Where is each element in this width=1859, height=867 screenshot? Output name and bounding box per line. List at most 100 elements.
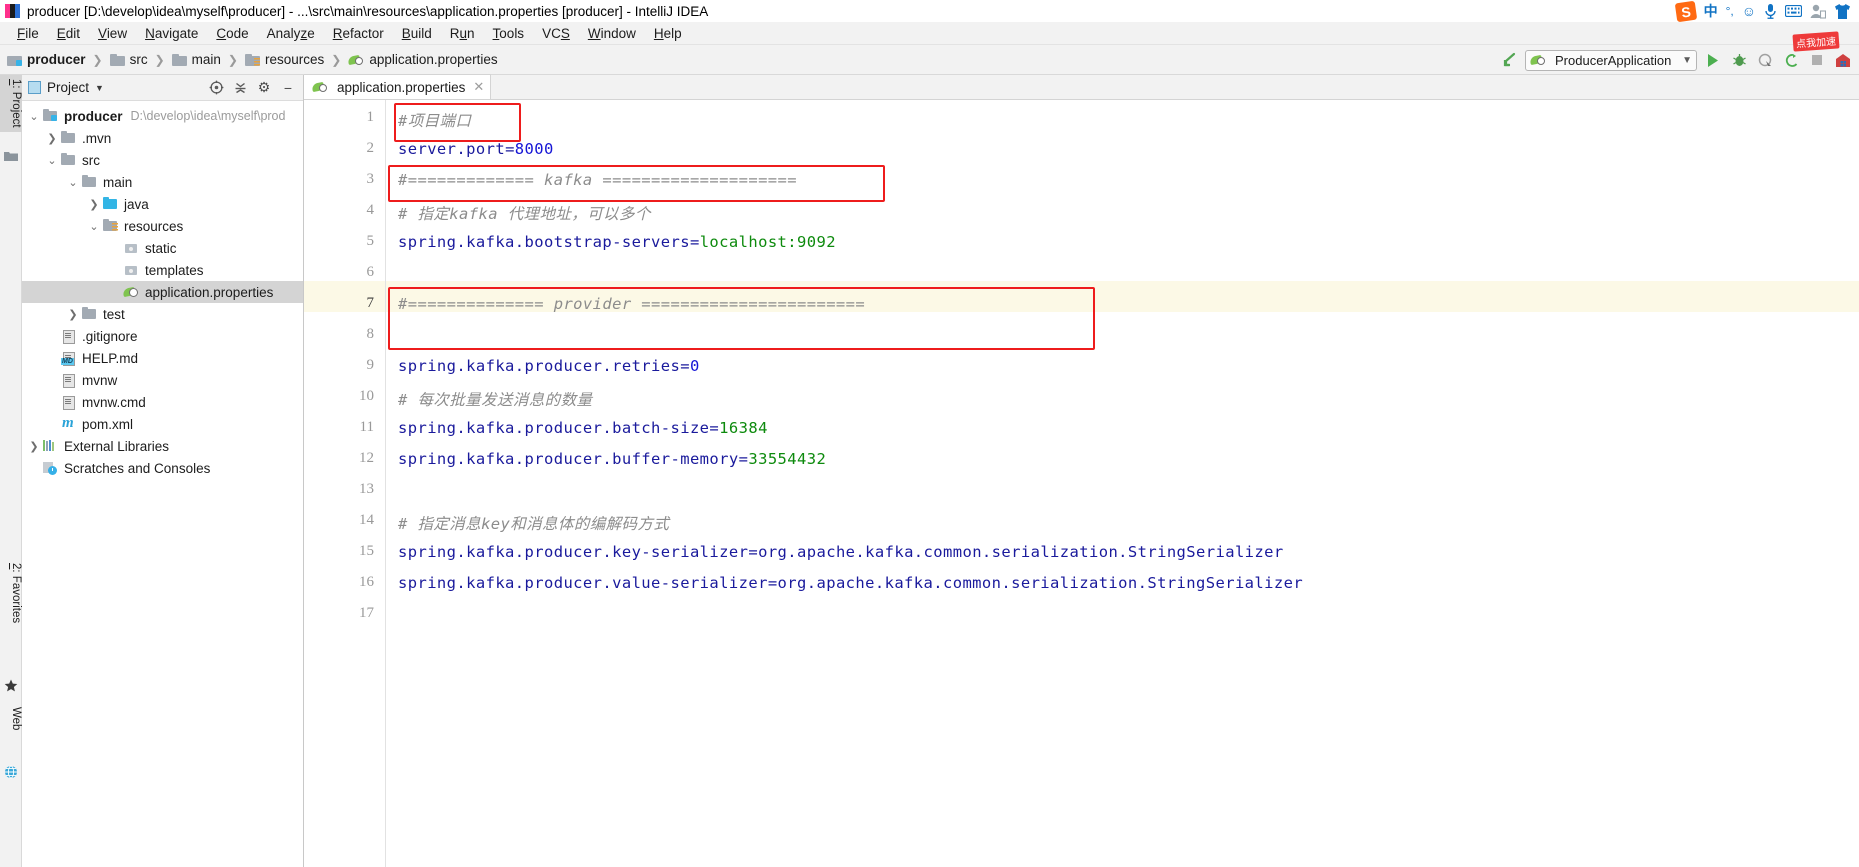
menu-help[interactable]: Help	[645, 25, 691, 42]
tree-node-path: D:\develop\idea\myself\prod	[130, 109, 286, 123]
close-icon[interactable]: ✕	[473, 79, 484, 95]
code-line-1[interactable]: #项目端口	[398, 109, 471, 131]
chevron-down-icon[interactable]: ⌄	[44, 154, 60, 167]
code-text[interactable]: #项目端口 server.port=8000 #============= ka…	[386, 100, 1859, 867]
chevron-right-icon[interactable]: ❯	[26, 440, 42, 453]
locate-in-tree-icon[interactable]	[207, 79, 225, 97]
chinese-mode-icon[interactable]: 中	[1704, 1, 1718, 21]
chevron-down-icon[interactable]: ⌄	[65, 176, 81, 189]
tree-node-gitignore[interactable]: .gitignore	[22, 325, 303, 347]
skin-icon[interactable]	[1834, 3, 1851, 20]
menu-view[interactable]: View	[89, 25, 136, 42]
sogou-ime-toolbar[interactable]: S 中 °, ☺	[1674, 0, 1851, 22]
speedup-badge[interactable]: 点我加速	[1792, 31, 1840, 52]
run-configuration-name: ProducerApplication	[1555, 52, 1672, 68]
tree-node-pom-xml[interactable]: pom.xml	[22, 413, 303, 435]
tree-node-static[interactable]: static	[22, 237, 303, 259]
stop-button[interactable]	[1807, 50, 1827, 70]
tab-application-properties[interactable]: application.properties ✕	[304, 74, 492, 99]
tree-node-templates[interactable]: templates	[22, 259, 303, 281]
code-line-9[interactable]: spring.kafka.producer.retries=0	[398, 357, 700, 375]
tree-node-mvn[interactable]: ❯ .mvn	[22, 127, 303, 149]
menu-run[interactable]: Run	[441, 25, 484, 42]
voice-input-icon[interactable]	[1764, 3, 1777, 19]
breadcrumb-separator: ❯	[154, 52, 165, 67]
breadcrumb-application-properties[interactable]: application.properties	[347, 52, 498, 67]
code-line-2[interactable]: server.port=8000	[398, 140, 554, 158]
run-button[interactable]	[1703, 50, 1723, 70]
tree-node-help-md[interactable]: MD HELP.md	[22, 347, 303, 369]
code-line-3[interactable]: #============= kafka ===================…	[398, 171, 797, 189]
menu-file[interactable]: File	[8, 25, 48, 42]
tree-node-test[interactable]: ❯ test	[22, 303, 303, 325]
code-line-4[interactable]: # 指定kafka 代理地址，可以多个	[398, 202, 651, 224]
menu-vcs[interactable]: VCS	[533, 25, 579, 42]
chevron-right-icon[interactable]: ❯	[86, 198, 102, 211]
punctuation-mode-icon[interactable]: °,	[1726, 4, 1734, 18]
chevron-down-icon[interactable]: ⌄	[26, 110, 42, 123]
breadcrumb-main[interactable]: main	[171, 52, 221, 67]
tree-node-label: producer	[64, 108, 123, 124]
tree-node-scratches-and-consoles[interactable]: Scratches and Consoles	[22, 457, 303, 479]
update-running-app-button[interactable]	[1833, 50, 1853, 70]
breadcrumb-src[interactable]: src	[109, 52, 148, 67]
tree-node-resources[interactable]: ⌄ resources	[22, 215, 303, 237]
tree-node-label: pom.xml	[82, 416, 134, 432]
breadcrumb-producer[interactable]: producer	[7, 52, 86, 67]
menu-refactor[interactable]: Refactor	[324, 25, 393, 42]
menu-code[interactable]: Code	[207, 25, 257, 42]
hide-panel-icon[interactable]: −	[279, 79, 297, 97]
property-value: 8000	[514, 140, 554, 158]
collapse-all-icon[interactable]	[231, 79, 249, 97]
run-with-coverage-button[interactable]	[1755, 50, 1775, 70]
breadcrumb-separator: ❯	[92, 52, 103, 67]
project-view-icon	[28, 81, 41, 94]
tree-node-external-libraries[interactable]: ❯ External Libraries	[22, 435, 303, 457]
tree-node-java[interactable]: ❯ java	[22, 193, 303, 215]
code-line-11[interactable]: spring.kafka.producer.batch-size=16384	[398, 419, 768, 437]
sidebar-item-web[interactable]: Web	[0, 703, 22, 734]
run-profiler-button[interactable]	[1781, 50, 1801, 70]
menu-build[interactable]: Build	[393, 25, 441, 42]
gear-icon[interactable]: ⚙	[255, 79, 273, 97]
soft-keyboard-icon[interactable]	[1785, 5, 1802, 17]
code-line-16[interactable]: spring.kafka.producer.value-serializer=o…	[398, 574, 1303, 592]
menu-analyze[interactable]: Analyze	[258, 25, 324, 42]
chevron-right-icon[interactable]: ❯	[65, 308, 81, 321]
chevron-down-icon[interactable]: ⌄	[86, 220, 102, 233]
folder-icon	[81, 307, 97, 321]
code-viewport[interactable]: 1 2 3 4 5 6 7 8 9 10 11 12 13 14 15 16 1…	[304, 100, 1859, 867]
tree-node-application-properties[interactable]: application.properties	[22, 281, 303, 303]
sidebar-item-project[interactable]: 1: Project	[0, 75, 22, 132]
chevron-down-icon[interactable]: ▼	[95, 83, 104, 93]
code-line-14[interactable]: # 指定消息key和消息体的编解码方式	[398, 512, 669, 534]
code-line-15[interactable]: spring.kafka.producer.key-serializer=org…	[398, 543, 1284, 561]
menu-tools[interactable]: Tools	[484, 25, 534, 42]
tree-node-mvnw[interactable]: mvnw	[22, 369, 303, 391]
code-line-12[interactable]: spring.kafka.producer.buffer-memory=3355…	[398, 450, 826, 468]
build-project-button[interactable]	[1499, 50, 1519, 70]
line-number: 15	[359, 543, 374, 559]
property-key: spring.kafka.bootstrap-servers	[398, 233, 690, 251]
user-icon[interactable]	[1810, 4, 1826, 19]
run-configuration-selector[interactable]: ProducerApplication ▼	[1525, 49, 1697, 71]
menu-edit[interactable]: Edit	[48, 25, 89, 42]
menu-window[interactable]: Window	[579, 25, 645, 42]
sogou-logo-icon[interactable]: S	[1674, 0, 1697, 22]
chevron-right-icon[interactable]: ❯	[44, 132, 60, 145]
emoji-icon[interactable]: ☺	[1742, 3, 1756, 19]
sidebar-item-favorites[interactable]: 2: Favorites	[0, 559, 22, 627]
code-line-7[interactable]: #============== provider ===============…	[398, 295, 865, 313]
debug-button[interactable]	[1729, 50, 1749, 70]
tree-node-main[interactable]: ⌄ main	[22, 171, 303, 193]
code-line-5[interactable]: spring.kafka.bootstrap-servers=localhost…	[398, 233, 836, 251]
tree-node-mvnw-cmd[interactable]: mvnw.cmd	[22, 391, 303, 413]
tree-node-producer[interactable]: ⌄ producer D:\develop\idea\myself\prod	[22, 105, 303, 127]
property-key: spring.kafka.producer.batch-size	[398, 419, 710, 437]
tree-node-src[interactable]: ⌄ src	[22, 149, 303, 171]
code-line-10[interactable]: # 每次批量发送消息的数量	[398, 388, 592, 410]
breadcrumb-resources[interactable]: resources	[244, 52, 324, 67]
tree-node-label: External Libraries	[64, 438, 170, 454]
menu-navigate[interactable]: Navigate	[136, 25, 207, 42]
line-number-gutter[interactable]: 1 2 3 4 5 6 7 8 9 10 11 12 13 14 15 16 1…	[304, 100, 386, 867]
